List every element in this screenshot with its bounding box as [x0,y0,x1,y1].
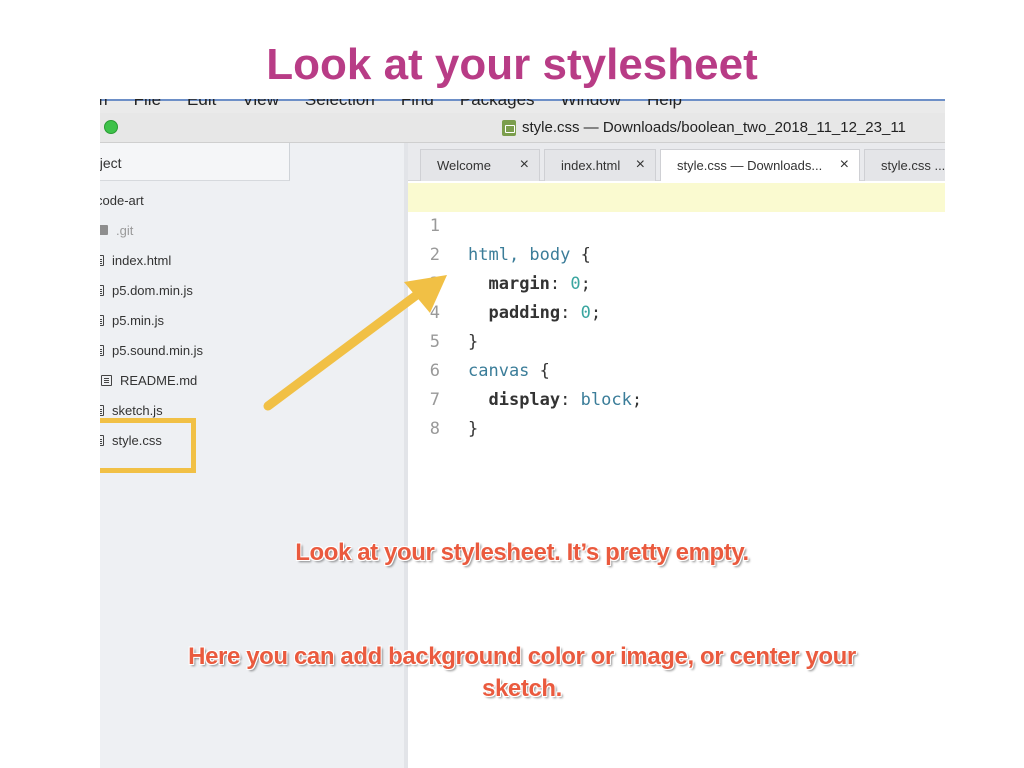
tree-item-label: p5.min.js [112,312,165,328]
window-zoom-button[interactable] [104,120,118,134]
tree-item-label: index.html [112,252,172,268]
menu-bar: om File Edit View Selection Find Package… [100,99,945,113]
menu-find[interactable]: Find [401,99,434,110]
tab-welcome[interactable]: Welcome × [420,149,540,181]
tree-folder-git[interactable]: .git [100,219,133,241]
window-title-text: style.css — Downloads/boolean_two_2018_1… [522,119,906,136]
code-line-2: 2 margin: 0; [408,212,945,294]
slide-title: Look at your stylesheet [266,40,758,89]
menu-edit[interactable]: Edit [187,99,216,110]
css-file-icon [502,119,516,136]
tree-item-label: code-art [100,192,144,208]
tree-item-label: sketch.js [112,402,163,418]
code-line-8: 8 [408,386,945,439]
window-titlebar: style.css — Downloads/boolean_two_2018_1… [100,113,945,143]
code-line-5: 5 canvas { [408,299,945,381]
file-text-icon [100,284,104,296]
close-icon[interactable]: × [520,156,529,174]
css-brace: } [468,419,479,439]
menu-packages[interactable]: Packages [460,99,535,110]
tab-style-css-2[interactable]: style.css ... [864,149,945,181]
code-line-3: 3 padding: 0; [408,241,945,323]
tree-file-p5-dom-min-js[interactable]: p5.dom.min.js [100,279,193,301]
menu-file[interactable]: File [134,99,161,110]
tree-file-readme-md[interactable]: README.md [101,369,197,391]
menu-view[interactable]: View [242,99,279,110]
menu-selection[interactable]: Selection [305,99,375,110]
tab-label: style.css ... [881,158,945,173]
code-line-1: 1 html, body { [408,183,945,265]
code-line-7: 7 } [408,357,945,439]
file-text-icon [100,344,104,356]
tab-label: index.html [561,158,621,173]
tree-item-label: .git [116,222,134,238]
tab-index-html[interactable]: index.html × [544,149,656,181]
tree-file-index-html[interactable]: index.html [100,249,171,271]
tab-style-css-active[interactable]: style.css — Downloads... × [660,149,860,182]
tree-item-label: p5.dom.min.js [112,282,193,298]
editor-tab-bar: Welcome × index.html × style.css — Downl… [408,143,945,182]
tab-label: Welcome [437,158,491,173]
file-text-icon [100,404,104,416]
tree-item-label: p5.sound.min.js [112,342,204,358]
annotation-note-2: Here you can add background color or ima… [188,643,856,702]
code-line-4: 4 } [408,270,945,352]
tree-file-p5-min-js[interactable]: p5.min.js [100,309,164,331]
tree-item-label: README.md [120,372,198,388]
close-icon[interactable]: × [636,156,645,174]
annotation-note-1: Look at your stylesheet. It’s pretty emp… [295,539,749,566]
file-text-icon [100,314,104,326]
tree-folder-code-art[interactable]: code-art [100,189,144,211]
tab-label: style.css — Downloads... [677,158,823,173]
style-css-highlight-box [100,418,196,473]
menu-window[interactable]: Window [561,99,621,110]
code-line-6: 6 display: block; [408,328,945,410]
tree-file-p5-sound-min-js[interactable]: p5.sound.min.js [100,339,203,361]
close-icon[interactable]: × [840,156,849,174]
book-icon [101,374,112,386]
folder-icon [100,225,108,235]
window-title: style.css — Downloads/boolean_two_2018_1… [502,119,906,136]
menu-help[interactable]: Help [647,99,682,110]
project-panel-tab[interactable]: oject [100,143,290,181]
file-text-icon [100,254,104,266]
line-number: 8 [429,419,440,439]
menu-app[interactable]: om [100,99,108,110]
